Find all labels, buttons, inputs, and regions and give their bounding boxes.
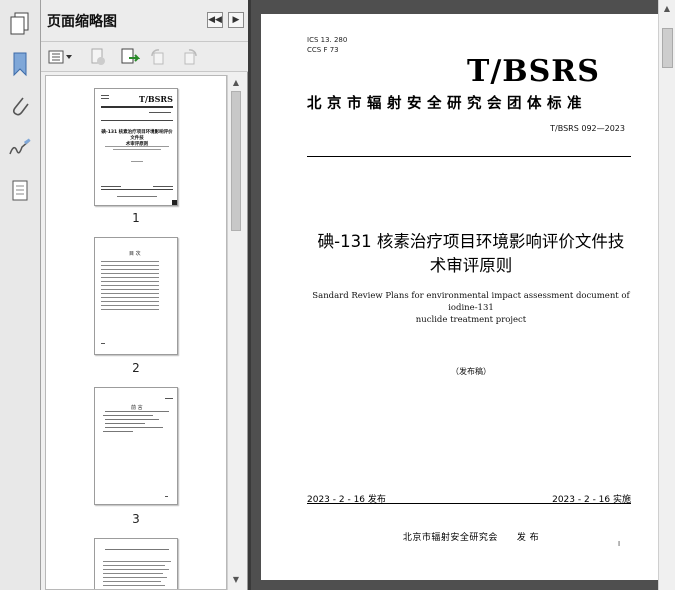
ccs-code: CCS F 73 [307, 46, 339, 54]
draft-status: （发布稿） [451, 367, 491, 376]
pdf-viewer-window: 页面缩略图 ◀◀ ▶ T/BSRS 碘-131 核素治疗项目环境影响评价文件技 … [0, 0, 675, 590]
thumbnail-scrollbar-thumb[interactable] [231, 91, 241, 231]
title-line-2: 术审评原则 [429, 256, 513, 275]
rotate-right-button[interactable] [179, 47, 201, 67]
thumbnail-scrollbar[interactable]: ▲ ▼ [227, 75, 243, 590]
thumbnail-label-1: 1 [132, 211, 140, 225]
thumb2-heading: 目 次 [129, 251, 141, 257]
double-chevron-left-icon: ◀◀ [208, 15, 222, 25]
list-options-icon [48, 50, 72, 64]
title-line-1: 碘-131 核素治疗项目环境影响评价文件技 [317, 232, 625, 251]
document-scrollbar[interactable]: ▲ [658, 0, 675, 590]
expand-panel-button[interactable]: ▶ [228, 12, 244, 28]
thumbnail-page-4[interactable] [94, 538, 178, 589]
document-view[interactable]: ICS 13. 280 CCS F 73 T/BSRS 北京市辐射安全研究会团体… [248, 0, 661, 590]
thumbnail-page-1[interactable]: T/BSRS 碘-131 核素治疗项目环境影响评价文件技 术审评原则 [94, 88, 178, 206]
rotate-left-button[interactable] [147, 47, 169, 67]
thumbnail-list[interactable]: T/BSRS 碘-131 核素治疗项目环境影响评价文件技 术审评原则 1 目 次… [45, 75, 227, 590]
thumb1-logo: T/BSRS [139, 94, 173, 104]
thumbnail-page-3[interactable]: 前 言 [94, 387, 178, 505]
document-title: 碘-131 核素治疗项目环境影响评价文件技 术审评原则 [301, 230, 641, 278]
delete-page-button[interactable] [87, 47, 109, 67]
standard-logo: T/BSRS [467, 54, 600, 89]
issuer: 北京市辐射安全研究会 发 布 [402, 533, 540, 543]
scroll-up-icon[interactable]: ▲ [230, 77, 242, 89]
pages-panel-icon[interactable] [4, 8, 36, 40]
panel-title: 页面缩略图 [47, 14, 117, 30]
standard-code: T/BSRS 092—2023 [550, 124, 625, 133]
thumbnails-panel: 页面缩略图 ◀◀ ▶ T/BSRS 碘-131 核素治疗项目环境影响评价文件技 … [41, 0, 248, 590]
document-scrollbar-thumb[interactable] [662, 28, 673, 68]
thumbnail-options-button[interactable] [47, 47, 75, 67]
page-number: I [618, 540, 621, 548]
document-scroll-up-icon[interactable]: ▲ [661, 3, 673, 15]
layers-icon[interactable] [4, 175, 36, 207]
rotate-left-icon [151, 49, 164, 65]
insert-page-icon [121, 48, 140, 64]
thumbnail-page-2[interactable]: 目 次 [94, 237, 178, 355]
english-title: Sandard Review Plans for environmental i… [301, 290, 641, 326]
rotate-right-icon [184, 49, 197, 65]
collapse-panel-button[interactable]: ◀◀ [207, 12, 223, 28]
insert-page-button[interactable] [119, 47, 141, 67]
thumb3-heading: 前 言 [131, 405, 143, 411]
scroll-down-icon[interactable]: ▼ [230, 574, 242, 586]
delete-page-icon [91, 48, 105, 65]
panel-header: 页面缩略图 ◀◀ ▶ [41, 0, 248, 42]
document-page: ICS 13. 280 CCS F 73 T/BSRS 北京市辐射安全研究会团体… [261, 14, 661, 580]
thumbnail-label-3: 3 [132, 512, 140, 526]
attachments-icon[interactable] [4, 90, 36, 122]
thumbnail-label-2: 2 [132, 361, 140, 375]
english-title-line-2: nuclide treatment project [415, 315, 527, 325]
panel-toolbar [41, 42, 248, 72]
bookmarks-icon[interactable] [4, 48, 36, 80]
ics-code: ICS 13. 280 [307, 36, 348, 44]
thumb1-title-line1: 碘-131 核素治疗项目环境影响评价文件技 [101, 130, 173, 141]
signatures-icon[interactable] [4, 132, 36, 164]
english-title-line-1: Sandard Review Plans for environmental i… [312, 291, 630, 313]
chevron-right-icon: ▶ [232, 15, 240, 25]
header-rule [307, 156, 631, 157]
navigation-rail [0, 0, 41, 590]
organization-title: 北京市辐射安全研究会团体标准 [307, 96, 587, 112]
footer-rule [307, 503, 631, 504]
